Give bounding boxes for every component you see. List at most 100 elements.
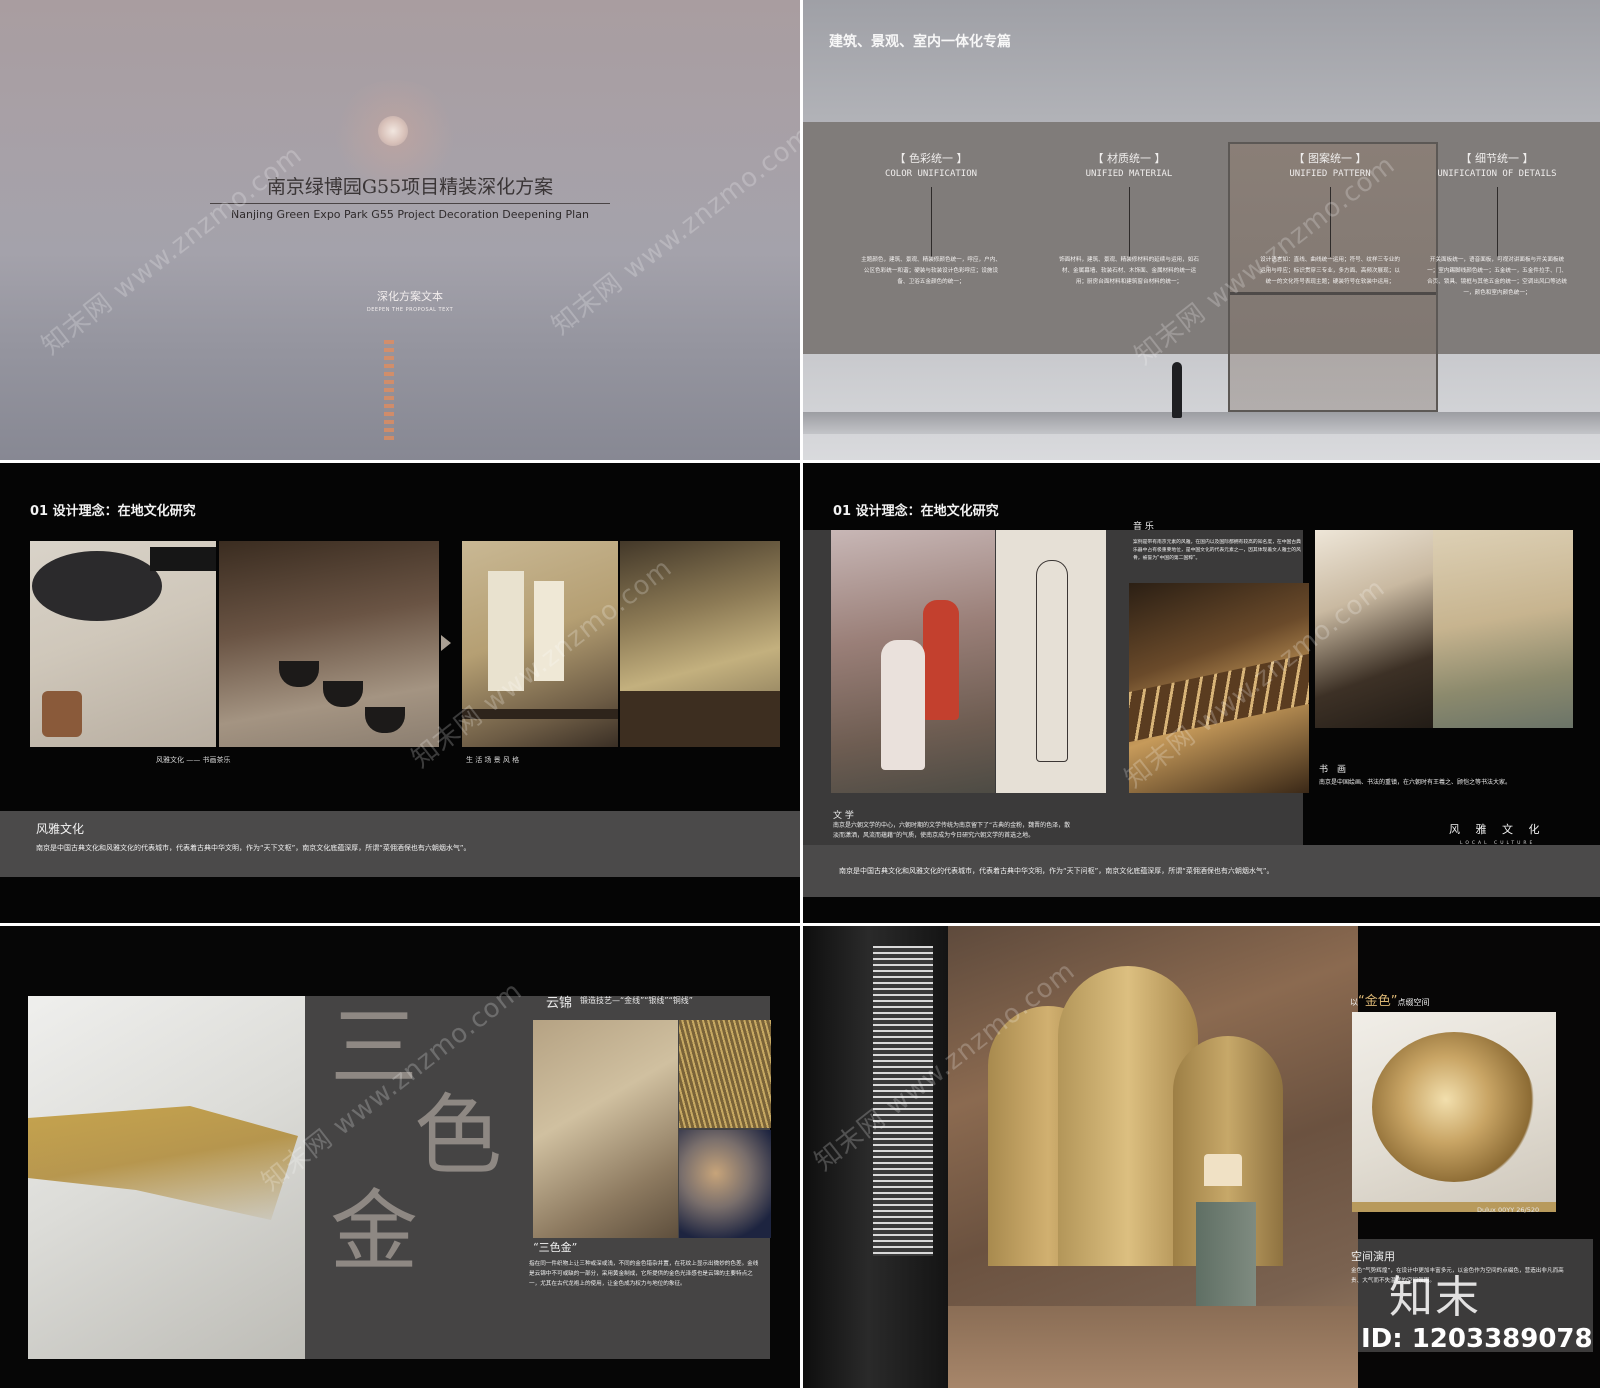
red-robe [923,600,959,720]
column-title-en: UNIFIED MATERIAL [1085,169,1173,179]
human-figure [1172,362,1182,418]
column-title-en: COLOR UNIFICATION [884,169,978,179]
teacup [365,707,405,733]
column-body: 饰面材料，建筑、景观、精装修材料的延续与运用，如石材、金属幕墙、软装石材、木饰面… [1059,257,1199,285]
photo-tea [219,541,439,747]
slide-cover: 南京绿博园G55项目精装深化方案 Nanjing Green Expo Park… [0,0,800,460]
band-title: 风雅文化 [36,822,85,836]
photo-painting [1433,530,1573,728]
big-char-jin: 金 [330,1180,419,1283]
white-robe [881,640,925,770]
column-material: 【 材质统一 】 UNIFIED MATERIAL [1029,150,1229,257]
marble-pedestal [1196,1202,1256,1312]
cover-subtitle-en: Nanjing Green Expo Park G55 Project Deco… [231,208,589,221]
band-text: 南京是中国古典文化和风雅文化的代表城市，代表着古典中华文明，作为“天下问枢”，南… [839,867,1274,875]
gold-spiral [1372,1032,1536,1182]
photo-bamboo-room [620,541,780,747]
photo-books [1315,530,1433,728]
znzmo-logo: 知末 [1389,1272,1481,1323]
teacup [279,661,319,687]
photo-calligraphy [30,541,216,747]
photo-gold-thread [679,1020,771,1128]
arrow-icon [441,635,451,651]
column-title: 【 细节统一 】 [1460,152,1534,165]
big-char-san: 三 [330,996,419,1099]
doc-label-en: DEEPEN THE PROPOSAL TEXT [366,307,454,313]
doc-label: 深化方案文本 [377,290,443,303]
column-body: 主题颜色，建筑、景观、精装修颜色统一，呼应，户内、公区色彩统一和谐；硬装与软装设… [861,257,1001,285]
table [462,709,618,719]
gold-wing [28,1106,298,1220]
cover-title: 南京绿博园G55项目精装深化方案 [266,176,554,198]
literature-text: 南京是六朝文学的中心，六朝时期的文学传统为南京留下了“古典的金粉，魏晋的色泽，散… [833,822,1071,839]
slide-heading: 01 设计理念：在地文化研究 [833,504,999,519]
floor-plinth [803,412,1600,434]
slide-heading: 建筑、景观、室内一体化专篇 [829,34,1011,50]
pavilion-beam [1230,292,1436,295]
photo-brocade-weaving [533,1020,678,1238]
column-divider [1329,187,1331,257]
photo-bird-brocade [679,1130,771,1238]
column-details: 【 细节统一 】 UNIFICATION OF DETAILS [1407,150,1587,257]
sun [378,116,408,146]
caption-right: 生 活 场 景 风 格 [466,756,520,764]
slide-heading: 01 设计理念：在地文化研究 [30,504,196,519]
floor [620,691,780,747]
gold-accent-title: 以“金色”点缀空间 [1350,990,1429,1009]
column-divider [1496,187,1498,257]
gold-accent-word: “金色” [1358,994,1398,1009]
literature-title: 文 学 [833,811,854,821]
watermark: 知末网 www.znzmo.com [36,139,309,362]
image-id: ID: 1203389078 [1361,1324,1593,1354]
shutters [873,946,933,1256]
band-text: 南京是中国古典文化和风雅文化的代表城市，代表着古典中华文明，作为“天下文枢”，南… [36,844,471,852]
scroll [534,581,564,681]
slide-culture-2: 01 设计理念：在地文化研究 音 乐 案例是带有南京元素的风雅，在国内以及国际都… [803,463,1600,923]
painting-title: 书 画 [1319,765,1347,775]
column-title-en: UNIFICATION OF DETAILS [1437,169,1557,179]
teacup [323,681,363,707]
figure-sketch [1036,560,1068,762]
music-text: 案例是带有南京元素的风雅，在国内以及国际都拥有较高的知名度，在中国古典乐器中占有… [1133,540,1301,561]
column-title-en: UNIFIED PATTERN [1289,169,1371,179]
column-title: 【 材质统一 】 [1092,152,1166,165]
lampshade [1204,1154,1242,1186]
floor [948,1306,1358,1388]
yunjin-subtitle: 锻造技艺—“金线”“银线”“铜线” [580,996,693,1005]
local-culture-cn: 风 雅 文 化 [1449,823,1546,836]
column-body: 设计语言如：直线、曲线统一运用；符号、纹样三专业的运用与呼应；标识贯穿三专业，多… [1260,257,1400,285]
slide-culture-1: 01 设计理念：在地文化研究 风雅文化 —— 书画茶乐 生 活 场 景 风 格 … [0,463,800,923]
gold-accent-prefix: 以 [1350,998,1358,1007]
sanse-title: “三色金” [533,1241,578,1254]
sun-reflection [384,340,394,440]
sanse-description: 指在同一件织物上让三种或深或浅，不同的金色错杂并置，在花纹上显示出微妙的色差。金… [529,1261,759,1287]
music-title: 音 乐 [1133,522,1154,532]
column-body: 开关面板统一，语音面板，可视对讲面板与开关面板统一；室内踢脚线颜色统一；五金统一… [1427,257,1567,296]
column-title: 【 图案统一 】 [1293,152,1367,165]
column-divider [930,187,932,257]
brush-rest [42,691,82,737]
big-char-se: 色 [414,1084,503,1187]
slide-gold-space: 以“金色”点缀空间 Dulux 00YY 26/520 空间演用 金色“气势辉煌… [803,926,1600,1388]
photo-gold-embroidery [28,996,305,1359]
inkstone [32,551,162,621]
photo-shell-table [1352,1012,1556,1202]
photo-costume [831,530,995,793]
caption-left: 风雅文化 —— 书画茶乐 [156,756,231,764]
photo-guzheng [1129,583,1309,793]
dulux-code: Dulux 00YY 26/520 [1477,1206,1540,1214]
column-title: 【 色彩统一 】 [894,152,968,165]
slide-three-gold: 三 色 金 云锦 锻造技艺—“金线”“银线”“铜线” “三色金” 指在同一件织物… [0,926,800,1388]
title-divider [210,203,610,204]
column-pattern: 【 图案统一 】 UNIFIED PATTERN [1230,150,1430,257]
photo-gold-screen [948,926,1358,1388]
ink-stick [150,547,216,571]
watermark: 知末网 www.znzmo.com [546,119,800,342]
zither-strings [1129,653,1309,743]
slide-integration: 建筑、景观、室内一体化专篇 【 色彩统一 】 COLOR UNIFICATION… [803,0,1600,460]
photo-interior-scroll [462,541,618,747]
photo-ink-sketch [996,530,1106,793]
column-color: 【 色彩统一 】 COLOR UNIFICATION [831,150,1031,257]
gold-accent-suffix: 点缀空间 [1397,998,1430,1007]
yunjin-title: 云锦 [546,996,573,1011]
